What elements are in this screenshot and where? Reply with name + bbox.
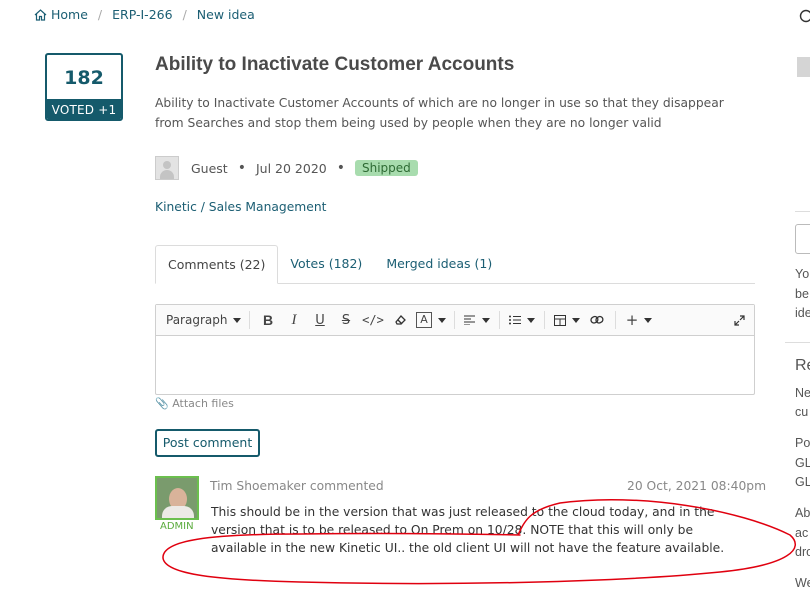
comment-author: Tim Shoemaker commented <box>210 479 384 493</box>
sidebar-avatar <box>797 57 810 77</box>
align-dropdown[interactable] <box>460 305 494 335</box>
breadcrumb: Home / ERP-I-266 / New idea <box>34 7 255 22</box>
chevron-down-icon <box>482 317 490 323</box>
bulleted-list-icon <box>509 315 521 325</box>
idea-date: Jul 20 2020 <box>255 160 327 176</box>
admin-badge: ADMIN <box>160 521 194 532</box>
table-icon <box>554 314 566 326</box>
table-dropdown[interactable] <box>550 305 584 335</box>
paragraph-label: Paragraph <box>166 313 228 327</box>
italic-icon[interactable]: I <box>281 305 307 335</box>
meta-dot: • <box>237 160 246 176</box>
chevron-down-icon <box>233 317 242 323</box>
toolbar-divider <box>249 311 250 329</box>
category-link[interactable]: Kinetic / Sales Management <box>155 200 326 214</box>
home-icon[interactable] <box>34 8 47 21</box>
breadcrumb-home[interactable]: Home <box>51 7 88 22</box>
text-color-dropdown[interactable]: A <box>413 305 449 335</box>
list-dropdown[interactable] <box>505 305 539 335</box>
bold-icon[interactable]: B <box>255 305 281 335</box>
link-icon[interactable] <box>584 305 610 335</box>
eraser-icon[interactable] <box>387 305 413 335</box>
sidebar-heading: Re <box>795 357 810 374</box>
breadcrumb-separator: / <box>97 7 103 22</box>
plus-icon: + <box>625 311 639 329</box>
attach-files-link[interactable]: 📎 Attach files <box>155 397 234 410</box>
insert-dropdown[interactable]: + <box>621 305 657 335</box>
sidebar-divider <box>795 211 810 212</box>
tab-comments[interactable]: Comments (22) <box>155 245 279 284</box>
idea-author: Guest <box>191 160 228 176</box>
chevron-down-icon <box>572 317 580 323</box>
toolbar-divider <box>615 311 616 329</box>
toolbar-divider <box>544 311 545 329</box>
vote-widget: 182 VOTED +1 <box>45 53 123 121</box>
underline-icon[interactable]: U <box>307 305 333 335</box>
guest-avatar <box>155 156 179 180</box>
toolbar-divider <box>499 311 500 329</box>
commenter-avatar <box>155 476 199 520</box>
sidebar-link[interactable]: GL <box>795 475 810 489</box>
vote-count: 182 <box>64 67 104 89</box>
editor-toolbar: Paragraph B I U S </> A + <box>156 305 754 336</box>
text-color-icon: A <box>416 312 432 328</box>
paperclip-icon: 📎 <box>155 397 169 410</box>
tab-merged-ideas[interactable]: Merged ideas (1) <box>374 245 504 283</box>
paragraph-dropdown[interactable]: Paragraph <box>156 305 244 335</box>
idea-meta: Guest • Jul 20 2020 • Shipped <box>155 156 418 180</box>
comment-text: This should be in the version that was j… <box>211 505 725 555</box>
post-comment-button[interactable]: Post comment <box>155 429 260 457</box>
sidebar-text: be <box>795 287 809 301</box>
sidebar-text: ide <box>795 306 810 320</box>
sidebar-link[interactable]: We <box>795 576 810 590</box>
sidebar-link[interactable]: dro <box>795 545 810 559</box>
sidebar-divider <box>785 342 810 343</box>
sidebar-text: Yo <box>795 267 810 281</box>
idea-tabs: Comments (22) Votes (182) Merged ideas (… <box>155 245 755 284</box>
align-left-icon <box>464 315 475 325</box>
sidebar-link[interactable]: cu <box>795 405 808 419</box>
meta-dot: • <box>336 160 345 176</box>
breadcrumb-project[interactable]: ERP-I-266 <box>112 7 172 22</box>
attach-files-label: Attach files <box>172 397 234 410</box>
sidebar-link[interactable]: Po <box>795 436 810 450</box>
sidebar-link[interactable]: Ab <box>795 506 810 520</box>
sidebar-button[interactable] <box>795 224 810 254</box>
sidebar-link[interactable]: Ne <box>795 386 810 400</box>
toolbar-divider <box>454 311 455 329</box>
expand-icon[interactable] <box>724 305 754 335</box>
idea-description: Ability to Inactivate Customer Accounts … <box>155 96 724 130</box>
code-icon[interactable]: </> <box>359 305 387 335</box>
editor-text-area[interactable] <box>156 336 754 396</box>
chevron-down-icon <box>527 317 535 323</box>
status-badge: Shipped <box>355 160 418 176</box>
voted-button-label: VOTED +1 <box>51 103 117 117</box>
idea-title: Ability to Inactivate Customer Accounts <box>155 54 515 75</box>
strikethrough-icon[interactable]: S <box>333 305 359 335</box>
sidebar-link[interactable]: GL <box>795 456 810 470</box>
search-icon[interactable] <box>799 8 810 27</box>
comment-date: 20 Oct, 2021 08:40pm <box>627 479 767 493</box>
breadcrumb-current[interactable]: New idea <box>197 7 255 22</box>
chevron-down-icon <box>644 317 653 323</box>
voted-button[interactable]: VOTED +1 <box>47 99 121 119</box>
comment-editor: Paragraph B I U S </> A + <box>155 304 755 395</box>
sidebar-link[interactable]: ac <box>795 526 808 540</box>
chevron-down-icon <box>437 317 446 323</box>
tab-votes[interactable]: Votes (182) <box>278 245 374 283</box>
breadcrumb-separator: / <box>182 7 187 22</box>
